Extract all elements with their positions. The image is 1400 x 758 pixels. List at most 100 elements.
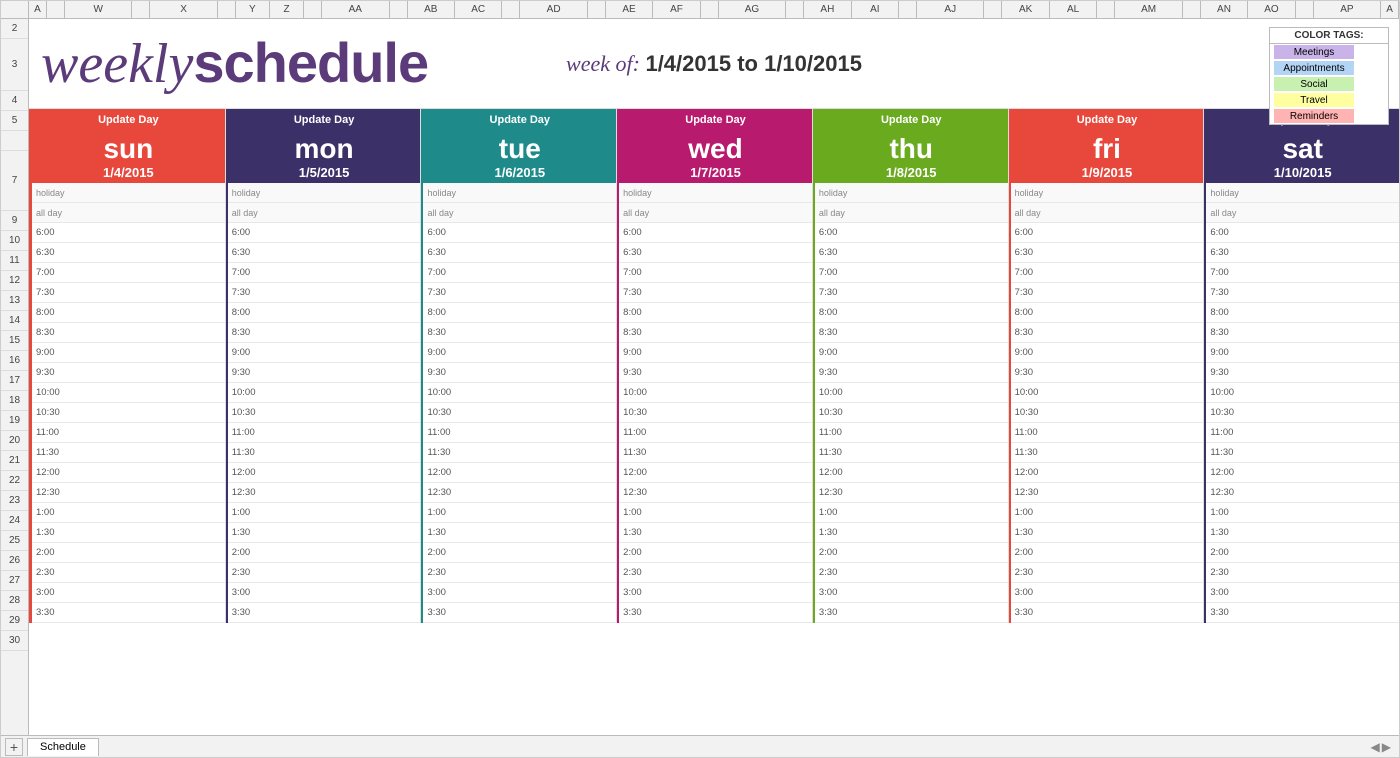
time-row-thu-21: 3:30 [815,603,1008,623]
time-row-wed-0: holiday [619,183,812,203]
color-tags-title: COLOR TAGS: [1270,28,1388,44]
color-tag-social: Social [1270,76,1388,92]
time-row-sat-4: 7:00 [1206,263,1399,283]
day-col-wed: Update Daywed1/7/2015holidayall day6:006… [617,109,813,623]
row-num-23: 23 [1,491,28,511]
time-row-mon-12: 11:00 [228,423,421,443]
tab-bar: + Schedule ◀ ▶ [1,735,1399,757]
time-row-wed-9: 9:30 [619,363,812,383]
time-row-sun-10: 10:00 [32,383,225,403]
add-sheet-button[interactable]: + [5,738,23,756]
time-row-tue-11: 10:30 [423,403,616,423]
day-name-mon: mon [295,134,354,165]
day-name-tue: tue [499,134,541,165]
time-row-thu-20: 3:00 [815,583,1008,603]
time-row-wed-10: 10:00 [619,383,812,403]
update-day-btn-wed[interactable]: Update Day [619,109,812,131]
row-num-18: 18 [1,391,28,411]
time-row-fri-4: 7:00 [1011,263,1204,283]
time-row-fri-9: 9:30 [1011,363,1204,383]
update-day-btn-mon[interactable]: Update Day [228,109,421,131]
meetings-swatch: Meetings [1274,45,1354,59]
row-num-28: 28 [1,591,28,611]
time-row-tue-9: 9:30 [423,363,616,383]
col-header-blank1 [47,1,65,18]
time-row-sat-17: 1:30 [1206,523,1399,543]
time-row-sun-3: 6:30 [32,243,225,263]
time-row-tue-20: 3:00 [423,583,616,603]
col-header-blank2 [132,1,150,18]
time-row-sun-12: 11:00 [32,423,225,443]
time-row-tue-21: 3:30 [423,603,616,623]
time-row-wed-18: 2:00 [619,543,812,563]
col-header-blank10 [899,1,917,18]
time-row-mon-21: 3:30 [228,603,421,623]
time-row-fri-5: 7:30 [1011,283,1204,303]
time-row-sun-0: holiday [32,183,225,203]
col-header-AI: AI [852,1,899,18]
time-row-thu-7: 8:30 [815,323,1008,343]
time-row-sat-5: 7:30 [1206,283,1399,303]
day-col-tue: Update Daytue1/6/2015holidayall day6:006… [421,109,617,623]
time-row-thu-10: 10:00 [815,383,1008,403]
tab-schedule[interactable]: Schedule [27,738,99,756]
time-row-tue-0: holiday [423,183,616,203]
col-header-blank14 [1296,1,1314,18]
col-header-blank13 [1183,1,1201,18]
time-row-mon-14: 12:00 [228,463,421,483]
row-num-21: 21 [1,451,28,471]
day-date-tue: 1/6/2015 [494,165,545,180]
time-row-tue-8: 9:00 [423,343,616,363]
day-date-sat: 1/10/2015 [1274,165,1332,180]
color-tag-travel: Travel [1270,92,1388,108]
update-day-btn-sun[interactable]: Update Day [32,109,225,131]
row-num-5: 5 [1,111,28,131]
col-header-AM: AM [1115,1,1182,18]
time-row-wed-3: 6:30 [619,243,812,263]
time-row-fri-17: 1:30 [1011,523,1204,543]
schedule-text: schedule [193,35,428,91]
weekly-text: weekly [41,36,193,92]
time-row-mon-6: 8:00 [228,303,421,323]
time-row-thu-14: 12:00 [815,463,1008,483]
time-row-wed-19: 2:30 [619,563,812,583]
time-row-sat-19: 2:30 [1206,563,1399,583]
time-row-sat-8: 9:00 [1206,343,1399,363]
week-label: week of: 1/4/2015 to 1/10/2015 [566,51,862,77]
col-header-blank9 [786,1,804,18]
day-date-wed: 1/7/2015 [690,165,741,180]
col-header-AK: AK [1002,1,1049,18]
time-row-tue-19: 2:30 [423,563,616,583]
time-row-thu-1: all day [815,203,1008,223]
appointments-swatch: Appointments [1274,61,1354,75]
row-num-6 [1,131,28,151]
time-row-tue-6: 8:00 [423,303,616,323]
time-row-thu-11: 10:30 [815,403,1008,423]
time-row-sat-14: 12:00 [1206,463,1399,483]
week-of-text: week of: [566,51,640,76]
update-day-btn-thu[interactable]: Update Day [815,109,1008,131]
row-num-3: 3 [1,39,28,91]
time-row-thu-0: holiday [815,183,1008,203]
time-row-tue-7: 8:30 [423,323,616,343]
col-header-AL: AL [1050,1,1097,18]
time-row-fri-8: 9:00 [1011,343,1204,363]
time-rows-wed: holidayall day6:006:307:007:308:008:309:… [619,183,812,623]
time-row-mon-19: 2:30 [228,563,421,583]
col-header-AA: AA [322,1,389,18]
col-header-AH: AH [804,1,851,18]
time-row-mon-18: 2:00 [228,543,421,563]
time-row-mon-8: 9:00 [228,343,421,363]
time-row-sun-4: 7:00 [32,263,225,283]
row-num-10: 10 [1,231,28,251]
update-day-btn-fri[interactable]: Update Day [1011,109,1204,131]
time-row-thu-12: 11:00 [815,423,1008,443]
time-row-sat-10: 10:00 [1206,383,1399,403]
time-row-sun-9: 9:30 [32,363,225,383]
time-row-mon-10: 10:00 [228,383,421,403]
time-rows-sun: holidayall day6:006:307:007:308:008:309:… [32,183,225,623]
time-rows-thu: holidayall day6:006:307:007:308:008:309:… [815,183,1008,623]
row-num-26: 26 [1,551,28,571]
time-row-fri-21: 3:30 [1011,603,1204,623]
update-day-btn-tue[interactable]: Update Day [423,109,616,131]
